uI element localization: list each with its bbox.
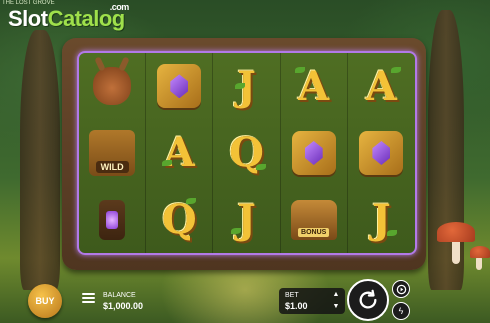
- reel-cell: BONUS: [281, 186, 348, 253]
- reel-cell: [146, 53, 214, 120]
- turbo-icon: ϟ: [398, 306, 404, 316]
- letter-j-symbol: J: [371, 196, 391, 244]
- buy-feature-button[interactable]: BUY: [28, 284, 62, 318]
- reel-cell: J: [348, 186, 415, 253]
- mushroom: [476, 256, 482, 270]
- spin-icon: [359, 289, 377, 309]
- letter-j-symbol: J: [237, 196, 256, 244]
- lantern-symbol: [99, 199, 126, 240]
- gem-symbol: [359, 130, 404, 175]
- menu-icon[interactable]: [82, 293, 95, 303]
- balance-label: BALANCE: [103, 292, 136, 299]
- chevron-down-icon[interactable]: ▼: [328, 301, 344, 313]
- bet-value: $1.00: [285, 301, 308, 311]
- bet-adjust: ▲ ▼: [328, 289, 344, 313]
- reel-cell: A: [146, 119, 214, 187]
- spin-button[interactable]: [347, 279, 389, 321]
- turbo-button[interactable]: ϟ: [392, 302, 410, 320]
- bet-label: BET: [285, 292, 299, 299]
- mushroom-cap: [470, 246, 490, 258]
- control-bar: [0, 283, 490, 323]
- mushroom-cap: [437, 222, 475, 242]
- deer-symbol: [93, 67, 132, 106]
- autoplay-icon: [396, 284, 406, 294]
- slotcatalog-logo: SlotCatalog .com: [8, 2, 129, 31]
- reel-cell: WILD: [79, 119, 147, 187]
- gem-symbol: [157, 64, 202, 109]
- reel-cell: Q: [213, 119, 281, 187]
- reel-cell: [79, 53, 147, 120]
- reel-cell: Q: [146, 186, 214, 253]
- bonus-chest-symbol: BONUS: [290, 199, 337, 240]
- reel-cell: [348, 120, 415, 187]
- reel-cell: J: [213, 186, 281, 253]
- reel-cell: A: [281, 53, 348, 120]
- reel-cell: [79, 186, 147, 253]
- gem-symbol: [291, 130, 336, 175]
- reel-cell: [281, 119, 348, 187]
- chevron-up-icon[interactable]: ▲: [328, 289, 344, 301]
- wild-symbol: WILD: [89, 129, 136, 176]
- autoplay-button[interactable]: [392, 280, 410, 298]
- reel-cell: J: [213, 53, 281, 120]
- balance-value: $1,000.00: [103, 301, 144, 311]
- letter-a-symbol: A: [163, 129, 195, 177]
- tree-trunk: [20, 30, 60, 290]
- reel-grid: J A A WILD A Q Q J BONUS J: [77, 51, 417, 255]
- reel-cell: A: [348, 53, 415, 120]
